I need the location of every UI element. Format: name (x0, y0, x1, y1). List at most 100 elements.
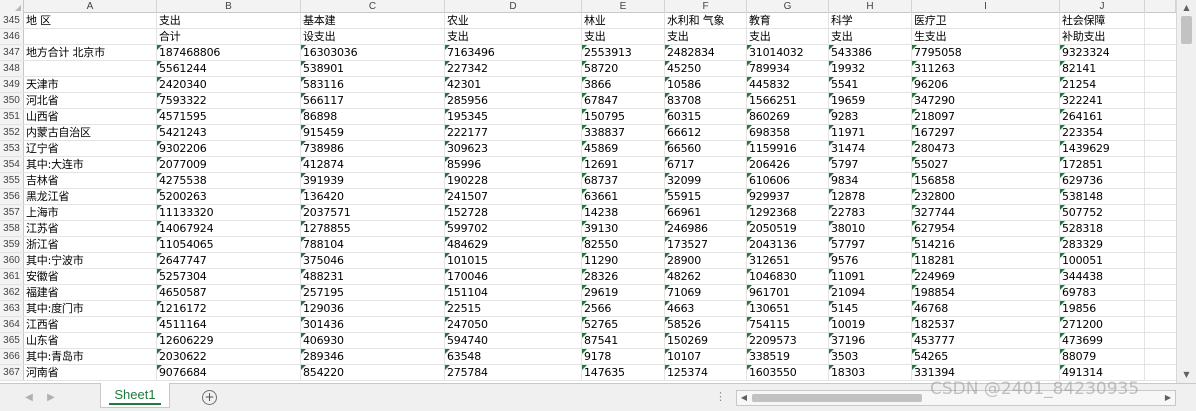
table-cell[interactable]: 156858 (912, 173, 1060, 188)
table-cell[interactable]: 基本建 (301, 13, 445, 28)
row-number[interactable]: 358 (0, 221, 24, 236)
table-cell[interactable]: 安徽省 (24, 269, 157, 284)
table-cell[interactable]: 68737 (582, 173, 665, 188)
table-cell[interactable]: 河北省 (24, 93, 157, 108)
row-number[interactable]: 353 (0, 141, 24, 156)
table-cell[interactable]: 教育 (747, 13, 829, 28)
table-cell[interactable]: 辽宁省 (24, 141, 157, 156)
table-cell[interactable]: 浙江省 (24, 237, 157, 252)
table-cell[interactable]: 19932 (829, 61, 912, 76)
table-cell[interactable]: 344438 (1060, 269, 1145, 284)
table-cell[interactable]: 9178 (582, 349, 665, 364)
column-header-j[interactable]: J (1060, 0, 1145, 13)
table-cell[interactable]: 283329 (1060, 237, 1145, 252)
table-cell[interactable] (1145, 173, 1176, 188)
table-cell[interactable]: 391939 (301, 173, 445, 188)
table-cell[interactable]: 林业 (582, 13, 665, 28)
table-cell[interactable]: 其中:大连市 (24, 157, 157, 172)
table-cell[interactable]: 275784 (445, 365, 582, 380)
table-cell[interactable]: 241507 (445, 189, 582, 204)
column-header-d[interactable]: D (445, 0, 582, 13)
table-cell[interactable]: 1292368 (747, 205, 829, 220)
table-cell[interactable]: 45869 (582, 141, 665, 156)
table-cell[interactable]: 860269 (747, 109, 829, 124)
table-cell[interactable]: 312651 (747, 253, 829, 268)
table-cell[interactable]: 水利和 气象 (665, 13, 747, 28)
table-cell[interactable]: 2050519 (747, 221, 829, 236)
table-cell[interactable]: 42301 (445, 77, 582, 92)
row-number[interactable]: 350 (0, 93, 24, 108)
table-cell[interactable] (1145, 365, 1176, 380)
table-cell[interactable]: 9302206 (157, 141, 301, 156)
table-cell[interactable]: 地方合计 北京市 (24, 45, 157, 60)
table-cell[interactable]: 172851 (1060, 157, 1145, 172)
table-cell[interactable]: 167297 (912, 125, 1060, 140)
table-cell[interactable]: 206426 (747, 157, 829, 172)
table-cell[interactable]: 11054065 (157, 237, 301, 252)
table-cell[interactable] (1145, 269, 1176, 284)
table-cell[interactable]: 150795 (582, 109, 665, 124)
table-cell[interactable]: 118281 (912, 253, 1060, 268)
table-cell[interactable]: 29619 (582, 285, 665, 300)
column-header-k[interactable] (1145, 0, 1176, 13)
scroll-down-arrow-icon[interactable]: ▼ (1177, 369, 1196, 381)
table-cell[interactable]: 12691 (582, 157, 665, 172)
table-cell[interactable]: 961701 (747, 285, 829, 300)
table-cell[interactable]: 698358 (747, 125, 829, 140)
table-cell[interactable]: 2482834 (665, 45, 747, 60)
table-cell[interactable]: 854220 (301, 365, 445, 380)
table-cell[interactable]: 66961 (665, 205, 747, 220)
prev-sheet-icon[interactable]: ◀ (22, 391, 36, 405)
table-cell[interactable]: 吉林省 (24, 173, 157, 188)
row-number[interactable]: 361 (0, 269, 24, 284)
table-cell[interactable]: 19856 (1060, 301, 1145, 316)
table-cell[interactable]: 198854 (912, 285, 1060, 300)
column-header-a[interactable]: A (24, 0, 157, 13)
table-cell[interactable]: 599702 (445, 221, 582, 236)
table-cell[interactable]: 7593322 (157, 93, 301, 108)
table-cell[interactable]: 488231 (301, 269, 445, 284)
horizontal-scroll-thumb[interactable] (752, 394, 922, 402)
table-cell[interactable]: 39130 (582, 221, 665, 236)
table-cell[interactable]: 江西省 (24, 317, 157, 332)
table-cell[interactable]: 22515 (445, 301, 582, 316)
table-cell[interactable] (1145, 141, 1176, 156)
table-cell[interactable]: 2209573 (747, 333, 829, 348)
table-cell[interactable]: 66612 (665, 125, 747, 140)
table-cell[interactable]: 农业 (445, 13, 582, 28)
table-cell[interactable]: 其中:青岛市 (24, 349, 157, 364)
table-cell[interactable]: 543386 (829, 45, 912, 60)
table-cell[interactable]: 2553913 (582, 45, 665, 60)
table-cell[interactable] (1145, 45, 1176, 60)
table-cell[interactable]: 130651 (747, 301, 829, 316)
table-cell[interactable]: 28900 (665, 253, 747, 268)
table-cell[interactable]: 280473 (912, 141, 1060, 156)
add-sheet-icon[interactable]: + (202, 390, 217, 405)
table-cell[interactable]: 5257304 (157, 269, 301, 284)
table-cell[interactable]: 山东省 (24, 333, 157, 348)
table-cell[interactable]: 4650587 (157, 285, 301, 300)
table-cell[interactable]: 528318 (1060, 221, 1145, 236)
column-header-f[interactable]: F (665, 0, 747, 13)
column-header-i[interactable]: I (912, 0, 1060, 13)
table-cell[interactable]: 566117 (301, 93, 445, 108)
table-cell[interactable]: 173527 (665, 237, 747, 252)
table-cell[interactable]: 9076684 (157, 365, 301, 380)
table-cell[interactable]: 67847 (582, 93, 665, 108)
table-cell[interactable]: 11091 (829, 269, 912, 284)
vertical-scroll-thumb[interactable] (1181, 16, 1192, 44)
table-cell[interactable]: 1439629 (1060, 141, 1145, 156)
table-cell[interactable]: 69783 (1060, 285, 1145, 300)
row-number[interactable]: 354 (0, 157, 24, 172)
table-cell[interactable]: 5145 (829, 301, 912, 316)
table-cell[interactable]: 7795058 (912, 45, 1060, 60)
table-cell[interactable]: 支出 (582, 29, 665, 44)
table-cell[interactable]: 182537 (912, 317, 1060, 332)
table-cell[interactable]: 14238 (582, 205, 665, 220)
table-cell[interactable]: 309623 (445, 141, 582, 156)
table-cell[interactable]: 507752 (1060, 205, 1145, 220)
table-cell[interactable]: 82550 (582, 237, 665, 252)
table-cell[interactable]: 484629 (445, 237, 582, 252)
row-number[interactable]: 345 (0, 13, 24, 28)
table-cell[interactable]: 河南省 (24, 365, 157, 380)
